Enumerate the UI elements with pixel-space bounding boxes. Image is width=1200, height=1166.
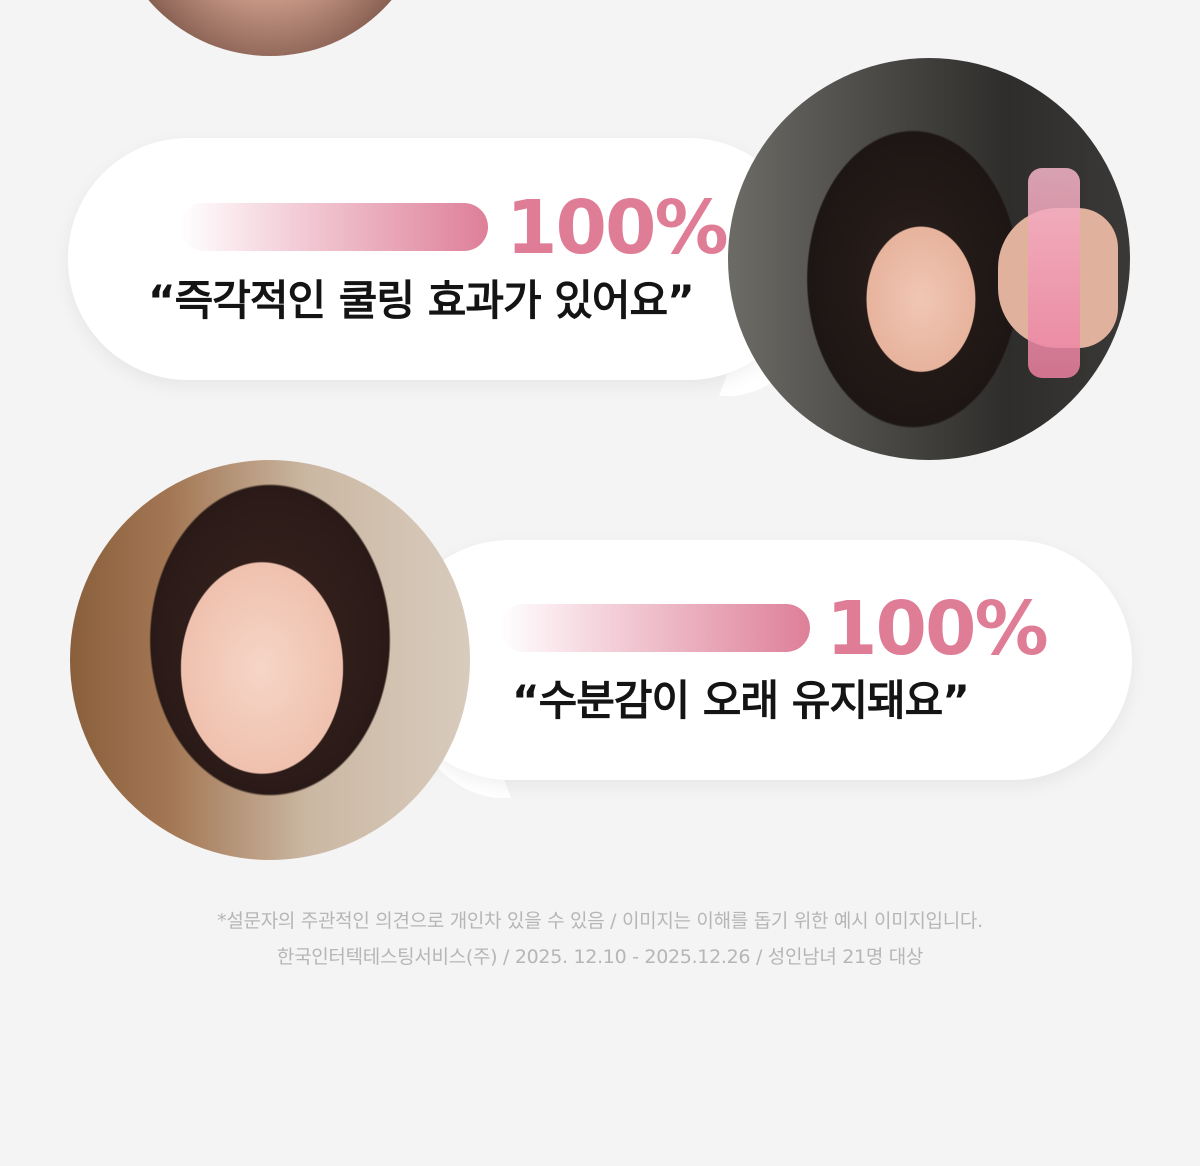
- percent-bar-1: [180, 203, 488, 251]
- percent-bar-2: [500, 604, 810, 652]
- percent-value-1: 100%: [506, 185, 729, 271]
- review-quote-2: “수분감이 오래 유지돼요”: [512, 676, 970, 725]
- percent-value-2: 100%: [826, 586, 1049, 672]
- review-photo-1: [728, 58, 1130, 460]
- review-quote-1: “즉각적인 쿨링 효과가 있어요”: [148, 276, 695, 325]
- disclaimer-line-1: *설문자의 주관적인 의견으로 개인차 있을 수 있음 / 이미지는 이해를 돕…: [217, 910, 983, 932]
- review-photo-2: [70, 460, 470, 860]
- disclaimer-line-2: 한국인터텍테스팅서비스(주) / 2025. 12.10 - 2025.12.2…: [276, 946, 924, 968]
- review-photo-top: [110, 0, 430, 56]
- spray-bottle-shape: [1028, 168, 1080, 378]
